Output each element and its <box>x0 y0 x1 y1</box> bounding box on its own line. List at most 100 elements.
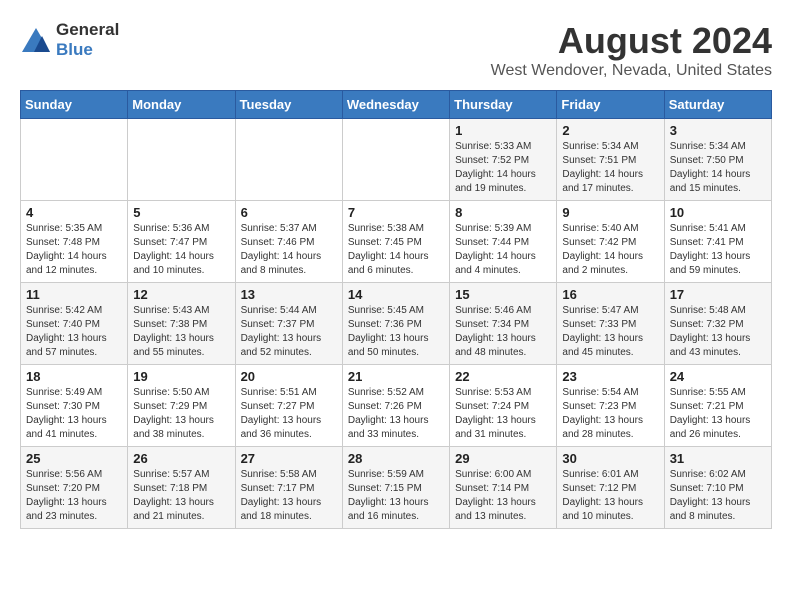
calendar-cell: 3 Sunrise: 5:34 AM Sunset: 7:50 PM Daylig… <box>664 119 771 201</box>
logo-blue-text: Blue <box>56 40 93 59</box>
calendar-cell: 6 Sunrise: 5:37 AM Sunset: 7:46 PM Daylig… <box>235 201 342 283</box>
page-header: General Blue August 2024 West Wendover, … <box>20 20 772 80</box>
day-number: 8 <box>455 205 551 220</box>
calendar-cell: 30Sunrise: 6:01 AM Sunset: 7:12 PM Dayli… <box>557 447 664 529</box>
calendar-week-3: 11 Sunrise: 5:42 AM Sunset: 7:40 PM Dayli… <box>21 283 772 365</box>
day-number: 29 <box>455 451 551 466</box>
calendar-cell: 22Sunrise: 5:53 AM Sunset: 7:24 PM Dayli… <box>450 365 557 447</box>
day-number: 14 <box>348 287 444 302</box>
day-info: Sunrise: 5:35 AM Sunset: 7:48 PM Dayligh… <box>26 222 122 278</box>
day-number: 26 <box>133 451 229 466</box>
day-info: Sunrise: 5:36 AM Sunset: 7:47 PM Dayligh… <box>133 222 229 278</box>
calendar-week-1: 1Sunrise: 5:33 AM Sunset: 7:52 PM Daylig… <box>21 119 772 201</box>
calendar-cell <box>342 119 449 201</box>
calendar-cell: 23 Sunrise: 5:54 AM Sunset: 7:23 PM Dayli… <box>557 365 664 447</box>
day-info: Sunrise: 5:39 AM Sunset: 7:44 PM Dayligh… <box>455 222 551 278</box>
calendar-cell: 1Sunrise: 5:33 AM Sunset: 7:52 PM Daylig… <box>450 119 557 201</box>
day-number: 9 <box>562 205 658 220</box>
calendar-cell <box>128 119 235 201</box>
day-number: 19 <box>133 369 229 384</box>
calendar-cell: 17 Sunrise: 5:48 AM Sunset: 7:32 PM Dayli… <box>664 283 771 365</box>
day-number: 11 <box>26 287 122 302</box>
calendar-header: SundayMondayTuesdayWednesdayThursdayFrid… <box>21 91 772 119</box>
day-info: Sunrise: 5:34 AM Sunset: 7:51 PM Dayligh… <box>562 140 658 196</box>
day-info: Sunrise: 5:38 AM Sunset: 7:45 PM Dayligh… <box>348 222 444 278</box>
calendar-cell: 14 Sunrise: 5:45 AM Sunset: 7:36 PM Dayli… <box>342 283 449 365</box>
calendar-cell: 2 Sunrise: 5:34 AM Sunset: 7:51 PM Daylig… <box>557 119 664 201</box>
day-info: Sunrise: 5:45 AM Sunset: 7:36 PM Dayligh… <box>348 304 444 360</box>
day-number: 20 <box>241 369 337 384</box>
day-number: 10 <box>670 205 766 220</box>
calendar-cell <box>235 119 342 201</box>
calendar-cell: 7 Sunrise: 5:38 AM Sunset: 7:45 PM Daylig… <box>342 201 449 283</box>
calendar-cell: 19 Sunrise: 5:50 AM Sunset: 7:29 PM Dayli… <box>128 365 235 447</box>
day-info: Sunrise: 5:46 AM Sunset: 7:34 PM Dayligh… <box>455 304 551 360</box>
day-number: 18 <box>26 369 122 384</box>
day-number: 16 <box>562 287 658 302</box>
day-number: 5 <box>133 205 229 220</box>
day-info: Sunrise: 5:34 AM Sunset: 7:50 PM Dayligh… <box>670 140 766 196</box>
day-header-sunday: Sunday <box>21 91 128 119</box>
calendar-cell: 13 Sunrise: 5:44 AM Sunset: 7:37 PM Dayli… <box>235 283 342 365</box>
day-info: Sunrise: 5:53 AM Sunset: 7:24 PM Dayligh… <box>455 386 551 442</box>
calendar-cell: 4 Sunrise: 5:35 AM Sunset: 7:48 PM Daylig… <box>21 201 128 283</box>
calendar-cell: 10 Sunrise: 5:41 AM Sunset: 7:41 PM Dayli… <box>664 201 771 283</box>
day-info: Sunrise: 6:02 AM Sunset: 7:10 PM Dayligh… <box>670 468 766 524</box>
day-header-wednesday: Wednesday <box>342 91 449 119</box>
calendar-cell: 25 Sunrise: 5:56 AM Sunset: 7:20 PM Dayli… <box>21 447 128 529</box>
day-info: Sunrise: 5:41 AM Sunset: 7:41 PM Dayligh… <box>670 222 766 278</box>
day-number: 2 <box>562 123 658 138</box>
day-number: 23 <box>562 369 658 384</box>
day-info: Sunrise: 5:58 AM Sunset: 7:17 PM Dayligh… <box>241 468 337 524</box>
title-block: August 2024 West Wendover, Nevada, Unite… <box>491 20 772 80</box>
day-info: Sunrise: 6:00 AM Sunset: 7:14 PM Dayligh… <box>455 468 551 524</box>
day-header-saturday: Saturday <box>664 91 771 119</box>
calendar-cell: 26Sunrise: 5:57 AM Sunset: 7:18 PM Dayli… <box>128 447 235 529</box>
day-number: 12 <box>133 287 229 302</box>
day-number: 21 <box>348 369 444 384</box>
calendar-cell: 20Sunrise: 5:51 AM Sunset: 7:27 PM Dayli… <box>235 365 342 447</box>
day-number: 13 <box>241 287 337 302</box>
day-header-tuesday: Tuesday <box>235 91 342 119</box>
logo-general-text: General <box>56 20 119 39</box>
day-number: 24 <box>670 369 766 384</box>
calendar-cell: 27 Sunrise: 5:58 AM Sunset: 7:17 PM Dayli… <box>235 447 342 529</box>
calendar-week-2: 4 Sunrise: 5:35 AM Sunset: 7:48 PM Daylig… <box>21 201 772 283</box>
day-info: Sunrise: 5:33 AM Sunset: 7:52 PM Dayligh… <box>455 140 551 196</box>
day-info: Sunrise: 5:52 AM Sunset: 7:26 PM Dayligh… <box>348 386 444 442</box>
day-header-thursday: Thursday <box>450 91 557 119</box>
day-number: 27 <box>241 451 337 466</box>
day-info: Sunrise: 5:37 AM Sunset: 7:46 PM Dayligh… <box>241 222 337 278</box>
day-info: Sunrise: 5:56 AM Sunset: 7:20 PM Dayligh… <box>26 468 122 524</box>
header-row: SundayMondayTuesdayWednesdayThursdayFrid… <box>21 91 772 119</box>
calendar-cell: 11 Sunrise: 5:42 AM Sunset: 7:40 PM Dayli… <box>21 283 128 365</box>
day-info: Sunrise: 5:50 AM Sunset: 7:29 PM Dayligh… <box>133 386 229 442</box>
logo-icon <box>20 26 52 54</box>
calendar-cell: 21 Sunrise: 5:52 AM Sunset: 7:26 PM Dayli… <box>342 365 449 447</box>
day-number: 15 <box>455 287 551 302</box>
logo: General Blue <box>20 20 119 60</box>
calendar-cell: 31Sunrise: 6:02 AM Sunset: 7:10 PM Dayli… <box>664 447 771 529</box>
day-number: 3 <box>670 123 766 138</box>
day-info: Sunrise: 5:40 AM Sunset: 7:42 PM Dayligh… <box>562 222 658 278</box>
calendar-cell: 5 Sunrise: 5:36 AM Sunset: 7:47 PM Daylig… <box>128 201 235 283</box>
calendar-cell: 18Sunrise: 5:49 AM Sunset: 7:30 PM Dayli… <box>21 365 128 447</box>
day-number: 4 <box>26 205 122 220</box>
calendar-body: 1Sunrise: 5:33 AM Sunset: 7:52 PM Daylig… <box>21 119 772 529</box>
day-number: 7 <box>348 205 444 220</box>
day-number: 6 <box>241 205 337 220</box>
calendar-cell: 29 Sunrise: 6:00 AM Sunset: 7:14 PM Dayli… <box>450 447 557 529</box>
calendar-cell: 9 Sunrise: 5:40 AM Sunset: 7:42 PM Daylig… <box>557 201 664 283</box>
day-number: 17 <box>670 287 766 302</box>
day-info: Sunrise: 5:47 AM Sunset: 7:33 PM Dayligh… <box>562 304 658 360</box>
day-info: Sunrise: 5:48 AM Sunset: 7:32 PM Dayligh… <box>670 304 766 360</box>
day-info: Sunrise: 5:55 AM Sunset: 7:21 PM Dayligh… <box>670 386 766 442</box>
day-info: Sunrise: 5:44 AM Sunset: 7:37 PM Dayligh… <box>241 304 337 360</box>
day-info: Sunrise: 5:54 AM Sunset: 7:23 PM Dayligh… <box>562 386 658 442</box>
day-number: 28 <box>348 451 444 466</box>
day-header-monday: Monday <box>128 91 235 119</box>
day-number: 25 <box>26 451 122 466</box>
day-info: Sunrise: 5:42 AM Sunset: 7:40 PM Dayligh… <box>26 304 122 360</box>
day-info: Sunrise: 5:43 AM Sunset: 7:38 PM Dayligh… <box>133 304 229 360</box>
day-info: Sunrise: 5:59 AM Sunset: 7:15 PM Dayligh… <box>348 468 444 524</box>
